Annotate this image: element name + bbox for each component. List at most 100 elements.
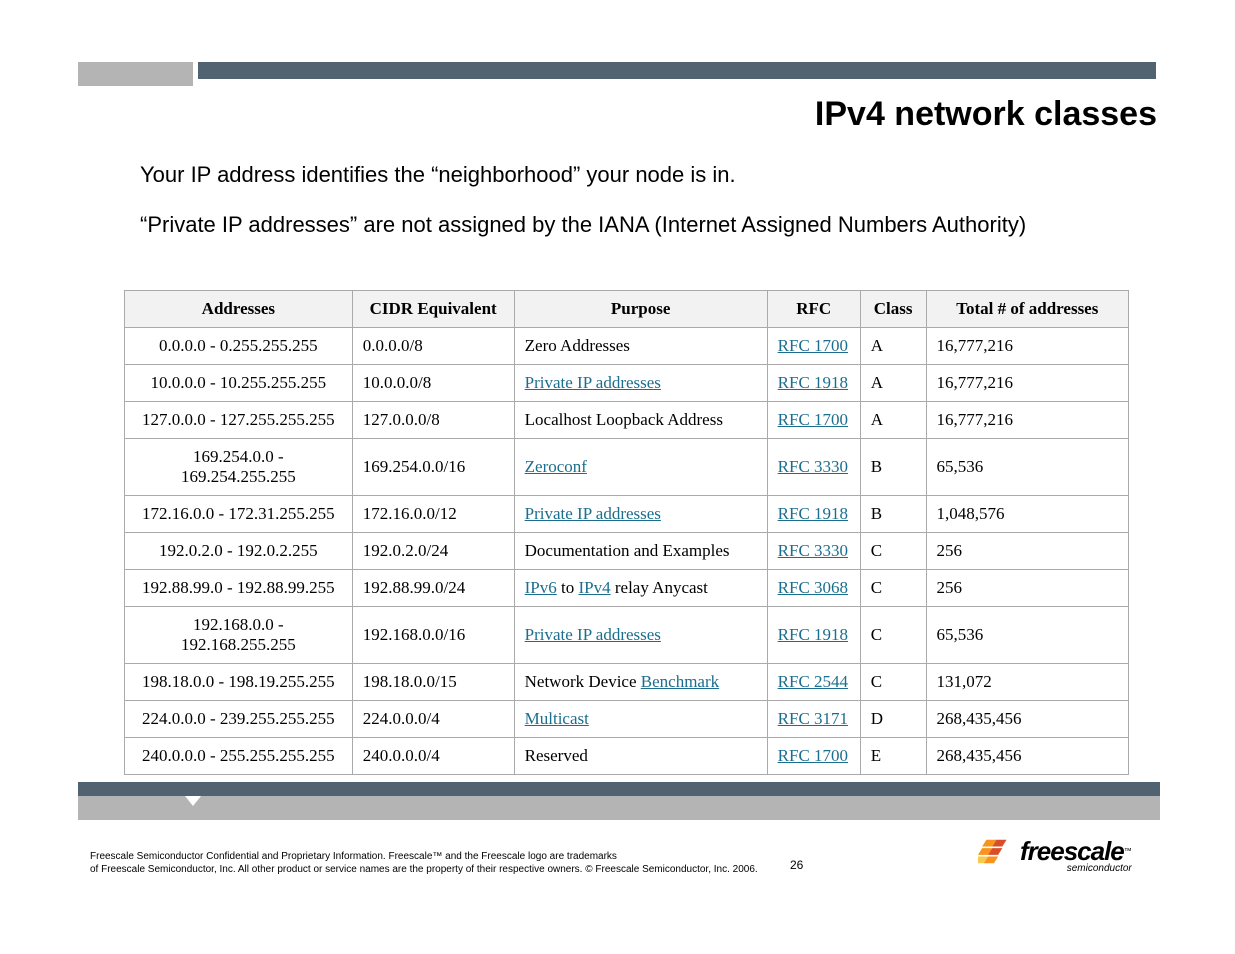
cell-class: A — [860, 328, 926, 365]
footer-legal: Freescale Semiconductor Confidential and… — [90, 850, 790, 876]
purpose-link[interactable]: Benchmark — [641, 672, 719, 691]
slide-title: IPv4 network classes — [815, 95, 1157, 134]
table-row: 0.0.0.0 - 0.255.255.2550.0.0.0/8Zero Add… — [125, 328, 1129, 365]
table-row: 10.0.0.0 - 10.255.255.25510.0.0.0/8 Priva… — [125, 365, 1129, 402]
cell-addresses: 172.16.0.0 - 172.31.255.255 — [125, 496, 353, 533]
cell-rfc: RFC 3330 — [767, 533, 860, 570]
cell-total: 268,435,456 — [926, 738, 1128, 775]
cell-class: C — [860, 533, 926, 570]
paragraph-2: “Private IP addresses” are not assigned … — [140, 210, 1100, 240]
purpose-link[interactable]: Private IP addresses — [525, 504, 661, 523]
cell-purpose: Multicast — [514, 701, 767, 738]
cell-cidr: 192.0.2.0/24 — [352, 533, 514, 570]
purpose-link[interactable]: Multicast — [525, 709, 589, 728]
cell-total: 16,777,216 — [926, 402, 1128, 439]
rfc-link[interactable]: RFC 1918 — [778, 504, 848, 523]
purpose-link[interactable]: IPv6 — [525, 578, 557, 597]
cell-total: 1,048,576 — [926, 496, 1128, 533]
rfc-link[interactable]: RFC 3330 — [778, 541, 848, 560]
logo-wordmark: freescale — [1020, 836, 1124, 866]
rfc-link[interactable]: RFC 1700 — [778, 746, 848, 765]
rfc-link[interactable]: RFC 3171 — [778, 709, 848, 728]
purpose-link[interactable]: Private IP addresses — [525, 373, 661, 392]
table-row: 240.0.0.0 - 255.255.255.255240.0.0.0/4Re… — [125, 738, 1129, 775]
cell-addresses: 10.0.0.0 - 10.255.255.255 — [125, 365, 353, 402]
freescale-logo: freescale™ semiconductor — [978, 830, 1153, 880]
footer-line-2: of Freescale Semiconductor, Inc. All oth… — [90, 863, 790, 876]
cell-rfc: RFC 1918 — [767, 365, 860, 402]
purpose-link[interactable]: Private IP addresses — [525, 625, 661, 644]
cell-class: A — [860, 402, 926, 439]
cell-cidr: 172.16.0.0/12 — [352, 496, 514, 533]
cell-class: B — [860, 439, 926, 496]
slide: IPv4 network classes Your IP address ide… — [0, 0, 1235, 954]
gray-accent-bar — [78, 62, 193, 86]
table-wrap: Addresses CIDR Equivalent Purpose RFC Cl… — [124, 290, 1129, 775]
cell-purpose: IPv6 to IPv4 relay Anycast — [514, 570, 767, 607]
cell-class: E — [860, 738, 926, 775]
cell-addresses: 0.0.0.0 - 0.255.255.255 — [125, 328, 353, 365]
cell-rfc: RFC 1700 — [767, 328, 860, 365]
cell-class: C — [860, 607, 926, 664]
cell-total: 131,072 — [926, 664, 1128, 701]
cell-total: 16,777,216 — [926, 328, 1128, 365]
cell-cidr: 240.0.0.0/4 — [352, 738, 514, 775]
cell-class: D — [860, 701, 926, 738]
cell-cidr: 192.168.0.0/16 — [352, 607, 514, 664]
dark-bottom-bar — [78, 782, 1160, 796]
header-rfc: RFC — [767, 291, 860, 328]
cell-purpose: Private IP addresses — [514, 607, 767, 664]
rfc-link[interactable]: RFC 1700 — [778, 410, 848, 429]
dark-accent-bar — [198, 62, 1156, 79]
cell-rfc: RFC 2544 — [767, 664, 860, 701]
page-number: 26 — [790, 858, 803, 872]
cell-purpose: Zeroconf — [514, 439, 767, 496]
cell-class: A — [860, 365, 926, 402]
cell-addresses: 192.168.0.0 - 192.168.255.255 — [125, 607, 353, 664]
cell-class: C — [860, 664, 926, 701]
cell-addresses: 192.88.99.0 - 192.88.99.255 — [125, 570, 353, 607]
cell-rfc: RFC 3068 — [767, 570, 860, 607]
logo-chevrons-icon — [978, 833, 1020, 880]
cell-total: 268,435,456 — [926, 701, 1128, 738]
cell-total: 256 — [926, 533, 1128, 570]
cell-addresses: 127.0.0.0 - 127.255.255.255 — [125, 402, 353, 439]
cell-class: C — [860, 570, 926, 607]
cell-rfc: RFC 1918 — [767, 607, 860, 664]
paragraph-1: Your IP address identifies the “neighbor… — [140, 160, 1100, 190]
content-area: Your IP address identifies the “neighbor… — [140, 160, 1100, 259]
cell-addresses: 192.0.2.0 - 192.0.2.255 — [125, 533, 353, 570]
logo-tm: ™ — [1124, 847, 1132, 856]
cell-cidr: 192.88.99.0/24 — [352, 570, 514, 607]
purpose-link[interactable]: Zeroconf — [525, 457, 587, 476]
table-row: 169.254.0.0 - 169.254.255.255169.254.0.0… — [125, 439, 1129, 496]
notch-icon — [185, 796, 201, 806]
ipv4-table: Addresses CIDR Equivalent Purpose RFC Cl… — [124, 290, 1129, 775]
cell-addresses: 240.0.0.0 - 255.255.255.255 — [125, 738, 353, 775]
cell-total: 65,536 — [926, 607, 1128, 664]
cell-addresses: 224.0.0.0 - 239.255.255.255 — [125, 701, 353, 738]
rfc-link[interactable]: RFC 1918 — [778, 625, 848, 644]
table-row: 192.0.2.0 - 192.0.2.255192.0.2.0/24Docum… — [125, 533, 1129, 570]
rfc-link[interactable]: RFC 3068 — [778, 578, 848, 597]
rfc-link[interactable]: RFC 1700 — [778, 336, 848, 355]
cell-class: B — [860, 496, 926, 533]
rfc-link[interactable]: RFC 2544 — [778, 672, 848, 691]
cell-addresses: 169.254.0.0 - 169.254.255.255 — [125, 439, 353, 496]
cell-rfc: RFC 3171 — [767, 701, 860, 738]
table-header-row: Addresses CIDR Equivalent Purpose RFC Cl… — [125, 291, 1129, 328]
header-total: Total # of addresses — [926, 291, 1128, 328]
table-row: 127.0.0.0 - 127.255.255.255127.0.0.0/8Lo… — [125, 402, 1129, 439]
table-row: 192.168.0.0 - 192.168.255.255192.168.0.0… — [125, 607, 1129, 664]
cell-cidr: 10.0.0.0/8 — [352, 365, 514, 402]
rfc-link[interactable]: RFC 3330 — [778, 457, 848, 476]
cell-total: 65,536 — [926, 439, 1128, 496]
gray-bottom-bar — [78, 796, 1160, 820]
header-cidr: CIDR Equivalent — [352, 291, 514, 328]
cell-rfc: RFC 1700 — [767, 738, 860, 775]
cell-cidr: 0.0.0.0/8 — [352, 328, 514, 365]
rfc-link[interactable]: RFC 1918 — [778, 373, 848, 392]
purpose-link[interactable]: IPv4 — [579, 578, 611, 597]
cell-purpose: Localhost Loopback Address — [514, 402, 767, 439]
cell-rfc: RFC 1918 — [767, 496, 860, 533]
